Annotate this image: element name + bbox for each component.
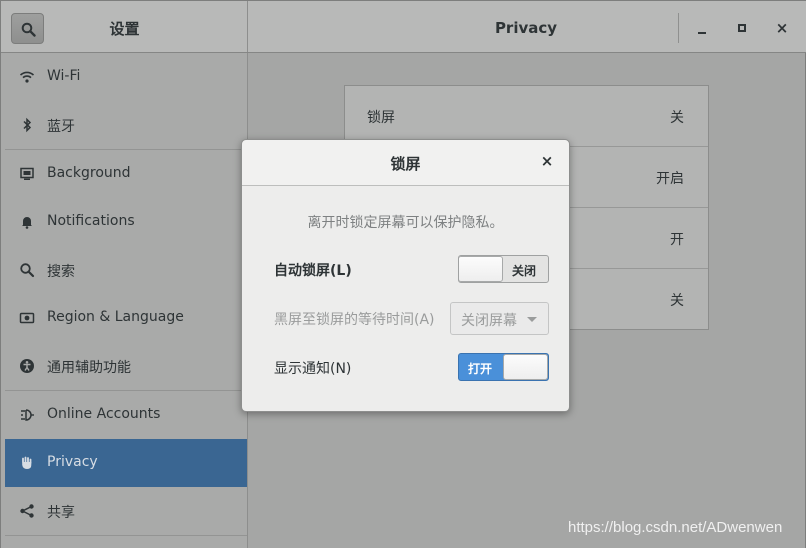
privacy-row-value: 关 — [670, 293, 684, 309]
header-separator — [678, 13, 679, 43]
wifi-icon — [19, 71, 35, 83]
sidebar-item-bluetooth[interactable]: 蓝牙 — [5, 101, 247, 149]
sidebar-item-label: Background — [47, 165, 131, 181]
dialog-header: 锁屏 × — [242, 140, 569, 186]
bell-icon — [22, 217, 32, 229]
close-icon: × — [540, 152, 554, 170]
maximize-button[interactable] — [729, 15, 755, 41]
sidebar: Wi-Fi 蓝牙 Background Notifications 搜索 Reg… — [1, 53, 248, 548]
sidebar-item-accessibility[interactable]: 通用辅助功能 — [5, 342, 247, 390]
camera-icon — [19, 312, 35, 324]
blank-delay-value: 关闭屏幕 — [461, 313, 517, 329]
sidebar-item-label: Notifications — [47, 213, 135, 229]
sidebar-item-privacy[interactable]: Privacy — [5, 439, 247, 487]
sidebar-item-wifi[interactable]: Wi-Fi — [5, 53, 247, 101]
dialog-title: 锁屏 — [390, 155, 421, 173]
dialog-description: 离开时锁定屏幕可以保护隐私。 — [307, 215, 504, 231]
sidebar-divider — [5, 535, 247, 548]
sidebar-item-label: Online Accounts — [47, 406, 161, 422]
sidebar-item-online-accounts[interactable]: Online Accounts — [5, 391, 247, 439]
privacy-row-value: 关 — [670, 110, 684, 126]
privacy-row-value: 开启 — [656, 171, 684, 187]
bluetooth-icon — [23, 117, 32, 133]
header-bar: 设置 Privacy × — [1, 1, 806, 53]
blank-delay-dropdown[interactable]: 关闭屏幕 — [450, 302, 549, 335]
sidebar-item-label: 搜索 — [47, 264, 75, 280]
watermark: https://blog.csdn.net/ADwenwen — [568, 519, 783, 536]
chevron-down-icon — [527, 317, 537, 322]
accessibility-icon — [20, 359, 34, 373]
sidebar-item-notifications[interactable]: Notifications — [5, 198, 247, 246]
settings-title: 设置 — [109, 20, 140, 38]
switch-state-label: 关闭 — [512, 264, 537, 278]
sidebar-item-sharing[interactable]: 共享 — [5, 487, 247, 535]
search-icon — [21, 22, 36, 37]
online-accounts-icon — [21, 409, 34, 421]
switch-state-label: 打开 — [468, 362, 493, 376]
show-notifications-label: 显示通知(N) — [274, 361, 352, 377]
minimize-button[interactable] — [689, 15, 715, 41]
sidebar-item-label: 蓝牙 — [47, 119, 75, 135]
switch-knob — [503, 354, 548, 380]
sidebar-item-label: 共享 — [47, 505, 75, 521]
minimize-icon — [698, 32, 706, 34]
header-left-pane: 设置 — [1, 1, 248, 52]
maximize-icon — [738, 24, 746, 32]
sidebar-item-region-language[interactable]: Region & Language — [5, 294, 247, 342]
settings-window: 设置 Privacy × Wi-Fi 蓝牙 Background Notific… — [0, 0, 806, 548]
share-icon — [20, 504, 34, 518]
sidebar-item-background[interactable]: Background — [5, 150, 247, 198]
sidebar-item-label: Wi-Fi — [47, 68, 81, 84]
auto-lock-switch[interactable]: 关闭 — [458, 255, 549, 283]
search-button[interactable] — [11, 13, 44, 44]
auto-lock-label: 自动锁屏(L) — [274, 263, 352, 279]
privacy-row-value: 开 — [670, 232, 684, 248]
show-notifications-switch[interactable]: 打开 — [458, 353, 549, 381]
sidebar-item-label: 通用辅助功能 — [47, 360, 131, 376]
screen-lock-dialog: 锁屏 × 离开时锁定屏幕可以保护隐私。 自动锁屏(L) 关闭 黑屏至锁屏的等待时… — [241, 139, 570, 412]
close-window-button[interactable]: × — [769, 15, 795, 41]
switch-knob — [459, 256, 503, 282]
sidebar-item-label: Region & Language — [47, 309, 184, 325]
dialog-close-button[interactable]: × — [538, 152, 556, 172]
background-icon — [20, 167, 34, 180]
sidebar-item-search[interactable]: 搜索 — [5, 246, 247, 294]
close-icon: × — [775, 19, 789, 37]
blank-delay-label: 黑屏至锁屏的等待时间(A) — [274, 312, 435, 328]
sidebar-item-label: Privacy — [47, 454, 98, 470]
privacy-row-screen-lock[interactable]: 锁屏 关 — [345, 86, 708, 147]
page-title: Privacy — [494, 19, 558, 37]
hand-icon — [22, 456, 32, 469]
privacy-row-label: 锁屏 — [367, 110, 395, 126]
search-icon — [20, 263, 35, 278]
